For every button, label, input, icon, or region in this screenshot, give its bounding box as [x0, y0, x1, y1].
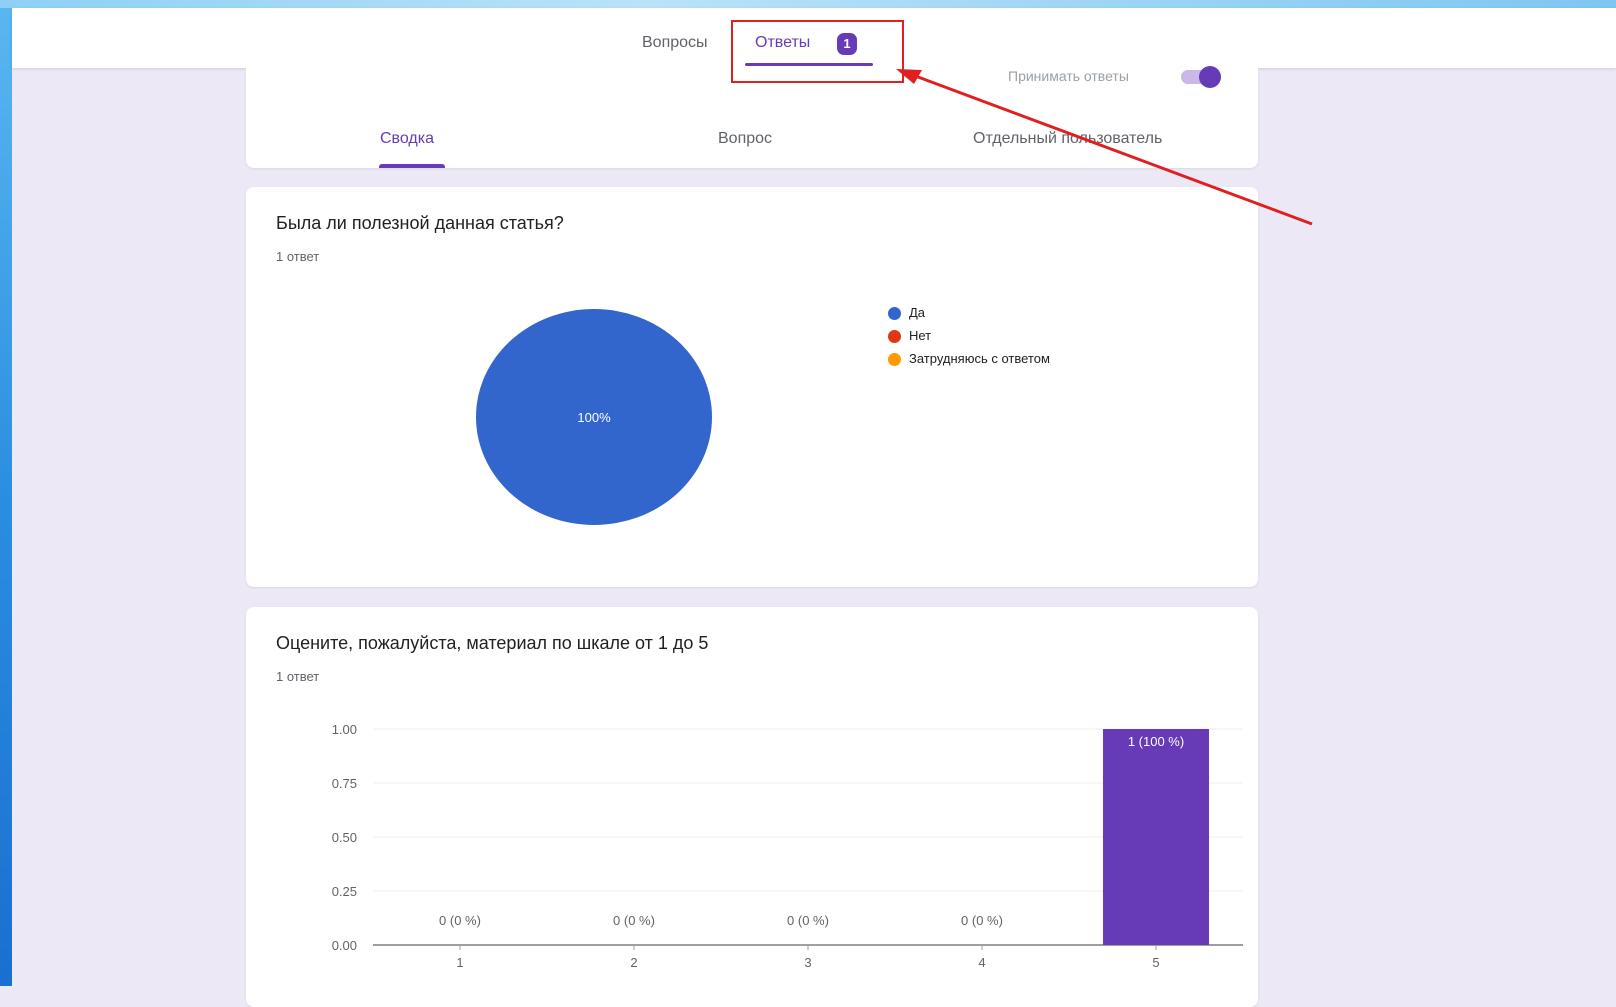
annotation-highlight-box	[731, 20, 904, 83]
legend-dot-yes	[888, 307, 901, 320]
x-tick-label: 3	[804, 955, 811, 970]
question-card-rating: Оцените, пожалуйста, материал по шкале о…	[246, 607, 1258, 1007]
y-tick-label: 0.50	[332, 830, 357, 845]
top-stripe-decoration	[0, 0, 1616, 8]
subtab-summary[interactable]: Сводка	[380, 130, 434, 148]
bar-data-label: 0 (0 %)	[439, 913, 481, 928]
legend-label-unsure: Затрудняюсь с ответом	[909, 351, 1050, 366]
responses-summary-card: Принимать ответы Сводка Вопрос Отдельный…	[246, 65, 1258, 168]
left-edge-decoration	[0, 0, 12, 986]
bar-data-label: 1 (100 %)	[1128, 734, 1184, 749]
legend-label-no: Нет	[909, 328, 932, 343]
pie-slice-label: 100%	[577, 410, 611, 425]
legend-dot-no	[888, 330, 901, 343]
subtab-individual[interactable]: Отдельный пользователь	[973, 130, 1162, 148]
bar-5	[1103, 729, 1209, 945]
bar-data-label: 0 (0 %)	[961, 913, 1003, 928]
accept-responses-label: Принимать ответы	[1008, 68, 1129, 84]
accept-responses-toggle[interactable]	[1179, 65, 1221, 89]
x-tick-label: 1	[456, 955, 463, 970]
x-tick-label: 5	[1152, 955, 1159, 970]
question-card-usefulness: Была ли полезной данная статья? 1 ответ …	[246, 187, 1258, 587]
subtab-question[interactable]: Вопрос	[718, 130, 772, 148]
x-tick-label: 2	[630, 955, 637, 970]
tab-questions[interactable]: Вопросы	[642, 34, 708, 52]
y-tick-label: 1.00	[332, 722, 357, 737]
y-tick-label: 0.25	[332, 884, 357, 899]
legend-label-yes: Да	[909, 305, 926, 320]
bar-chart: 0.00 0.25 0.50 0.75 1.00 0 (0 %) 1 0 (0 %) 2 0 (0…	[332, 722, 1243, 970]
y-tick-label: 0.00	[332, 938, 357, 953]
legend-dot-unsure	[888, 353, 901, 366]
bar-data-label: 0 (0 %)	[787, 913, 829, 928]
x-tick-label: 4	[978, 955, 985, 970]
subtab-summary-underline	[379, 164, 445, 168]
bar-data-label: 0 (0 %)	[613, 913, 655, 928]
toggle-knob	[1199, 66, 1221, 88]
y-tick-label: 0.75	[332, 776, 357, 791]
pie-chart: 100%	[476, 309, 712, 525]
